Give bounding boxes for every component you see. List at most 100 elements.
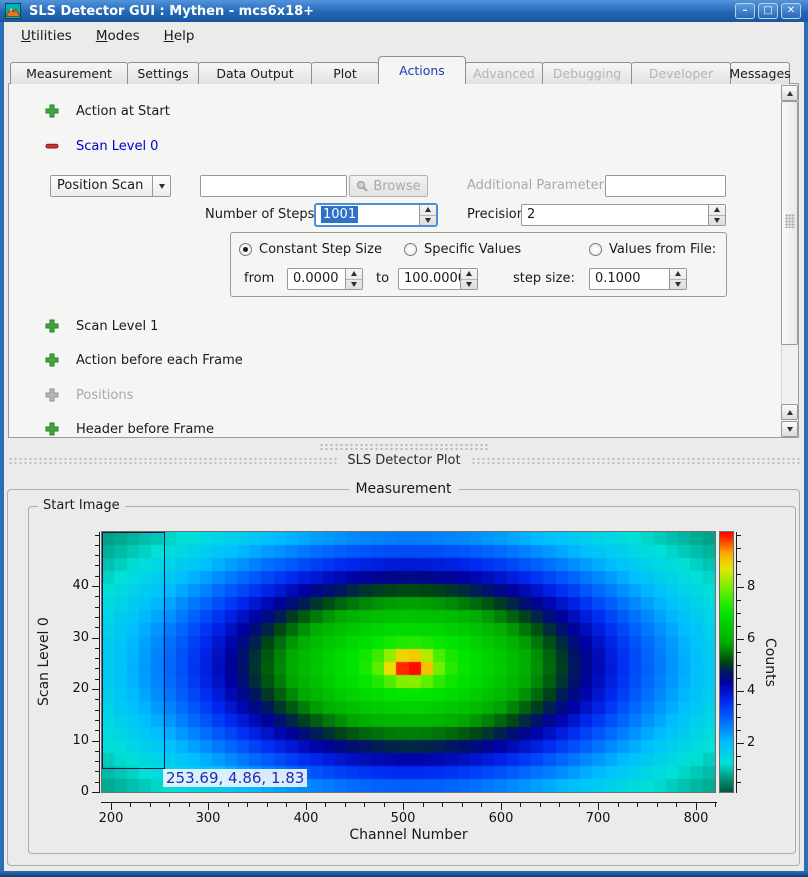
window-border-bottom <box>0 871 808 877</box>
colorbar-axis-line <box>736 532 737 793</box>
zoom-selection-rect <box>102 532 165 769</box>
from-value: 0.0000 <box>288 269 345 289</box>
x-axis-minor-tick <box>559 803 560 807</box>
x-axis-minor-tick <box>150 803 151 807</box>
radio-specific-values[interactable]: Specific Values <box>404 241 521 257</box>
app-icon <box>5 3 21 19</box>
minimize-button[interactable]: – <box>735 3 755 19</box>
x-axis-minor-tick <box>715 803 716 807</box>
scrollbar-thumb[interactable] <box>781 101 798 345</box>
menu-modes[interactable]: Modes <box>87 25 149 47</box>
spin-buttons <box>708 205 725 225</box>
tab-measurement[interactable]: Measurement <box>10 62 128 84</box>
number-of-steps-label: Number of Steps: <box>205 204 319 226</box>
y-axis-minor-tick <box>95 545 99 546</box>
scan-mode-select[interactable]: Position Scan <box>50 175 171 197</box>
start-image-group-title: Start Image <box>38 498 125 513</box>
radio-values-from-file[interactable]: Values from File: <box>589 241 716 257</box>
colorbar-minor-tick <box>737 548 741 549</box>
browse-label: Browse <box>373 179 420 194</box>
tab-actions[interactable]: Actions <box>378 56 466 84</box>
spin-down-button[interactable] <box>420 215 436 226</box>
x-axis-minor-tick <box>423 803 424 807</box>
action-at-start-row: Action at Start <box>45 103 170 119</box>
x-axis-minor-tick <box>520 803 521 807</box>
scrollbar-up-button[interactable] <box>781 85 798 101</box>
scan-level-0-label: Scan Level 0 <box>76 139 158 154</box>
splitter-handle[interactable] <box>319 443 489 450</box>
spin-up-button[interactable] <box>670 269 686 279</box>
precision-spinbox[interactable]: 2 <box>521 204 726 226</box>
menu-bar: Utilities Modes Help <box>4 22 804 50</box>
add-action-icon[interactable] <box>45 319 59 333</box>
tab-messages[interactable]: Messages <box>730 62 790 84</box>
step-mode-frame: Constant Step Size Specific Values Value… <box>230 232 727 297</box>
plot-dock-title: SLS Detector Plot <box>347 453 460 468</box>
y-axis-minor-tick <box>95 617 99 618</box>
measurement-group-title: Measurement <box>348 481 458 497</box>
spin-buttons <box>419 205 436 225</box>
x-axis-tick <box>501 803 502 810</box>
menu-utilities[interactable]: Utilities <box>12 25 81 47</box>
add-action-icon[interactable] <box>45 104 59 118</box>
tab-plot[interactable]: Plot <box>311 62 379 84</box>
window-title: SLS Detector GUI : Mythen - mcs6x18+ <box>29 4 314 19</box>
heatmap-canvas[interactable] <box>101 531 716 793</box>
scan-level-1-row: Scan Level 1 <box>45 318 158 334</box>
y-axis-tick <box>92 689 99 690</box>
x-tick-label: 200 <box>95 811 127 826</box>
add-action-icon[interactable] <box>45 422 59 436</box>
spin-down-button[interactable] <box>461 279 477 290</box>
tab-data-output[interactable]: Data Output <box>198 62 312 84</box>
y-axis-tick <box>92 792 99 793</box>
spin-up-button[interactable] <box>461 269 477 279</box>
spin-up-button[interactable] <box>346 269 362 279</box>
radio-constant-step-size[interactable]: Constant Step Size <box>239 241 382 257</box>
scrollbar-up-button-2[interactable] <box>781 404 798 420</box>
dock-texture <box>471 457 800 464</box>
positions-label: Positions <box>76 388 133 403</box>
additional-parameter-input[interactable] <box>605 175 726 197</box>
maximize-icon: □ <box>763 6 772 16</box>
spin-down-button[interactable] <box>709 215 725 226</box>
y-axis-minor-tick <box>95 627 99 628</box>
to-spinbox[interactable]: 100.0000 <box>398 268 478 290</box>
spin-up-button[interactable] <box>709 205 725 215</box>
close-button[interactable]: ✕ <box>781 3 801 19</box>
x-tick-label: 600 <box>485 811 517 826</box>
scan-script-input[interactable] <box>200 175 347 197</box>
step-size-spinbox[interactable]: 0.1000 <box>589 268 687 290</box>
x-axis-tick <box>306 803 307 810</box>
y-axis-minor-tick <box>95 771 99 772</box>
colorbar-minor-tick <box>737 730 741 731</box>
tab-settings[interactable]: Settings <box>127 62 199 84</box>
x-axis-minor-tick <box>345 803 346 807</box>
colorbar-tick <box>737 743 744 744</box>
y-axis-minor-tick <box>95 535 99 536</box>
add-action-icon[interactable] <box>45 353 59 367</box>
y-tick-label: 20 <box>57 681 89 696</box>
y-tick-label: 30 <box>57 630 89 645</box>
spin-buttons <box>345 269 362 289</box>
number-of-steps-spinbox[interactable]: 1001 <box>314 203 438 227</box>
y-axis-minor-tick <box>95 699 99 700</box>
x-axis-minor-tick <box>267 803 268 807</box>
close-icon: ✕ <box>787 6 795 16</box>
from-spinbox[interactable]: 0.0000 <box>287 268 363 290</box>
x-axis-tick <box>208 803 209 810</box>
tab-bar: Measurement Settings Data Output Plot Ac… <box>10 56 789 84</box>
spin-down-button[interactable] <box>670 279 686 290</box>
colorbar-minor-tick <box>737 561 741 562</box>
y-axis-minor-tick <box>95 648 99 649</box>
scrollbar-down-button[interactable] <box>781 421 798 437</box>
maximize-button[interactable]: □ <box>758 3 778 19</box>
remove-scan-icon[interactable] <box>45 139 59 153</box>
x-axis-minor-tick <box>618 803 619 807</box>
add-action-disabled-icon <box>45 388 59 402</box>
y-axis-minor-tick <box>95 720 99 721</box>
x-axis-minor-tick <box>579 803 580 807</box>
title-bar[interactable]: SLS Detector GUI : Mythen - mcs6x18+ – □… <box>0 0 808 22</box>
spin-up-button[interactable] <box>420 205 436 215</box>
menu-help[interactable]: Help <box>155 25 204 47</box>
spin-down-button[interactable] <box>346 279 362 290</box>
